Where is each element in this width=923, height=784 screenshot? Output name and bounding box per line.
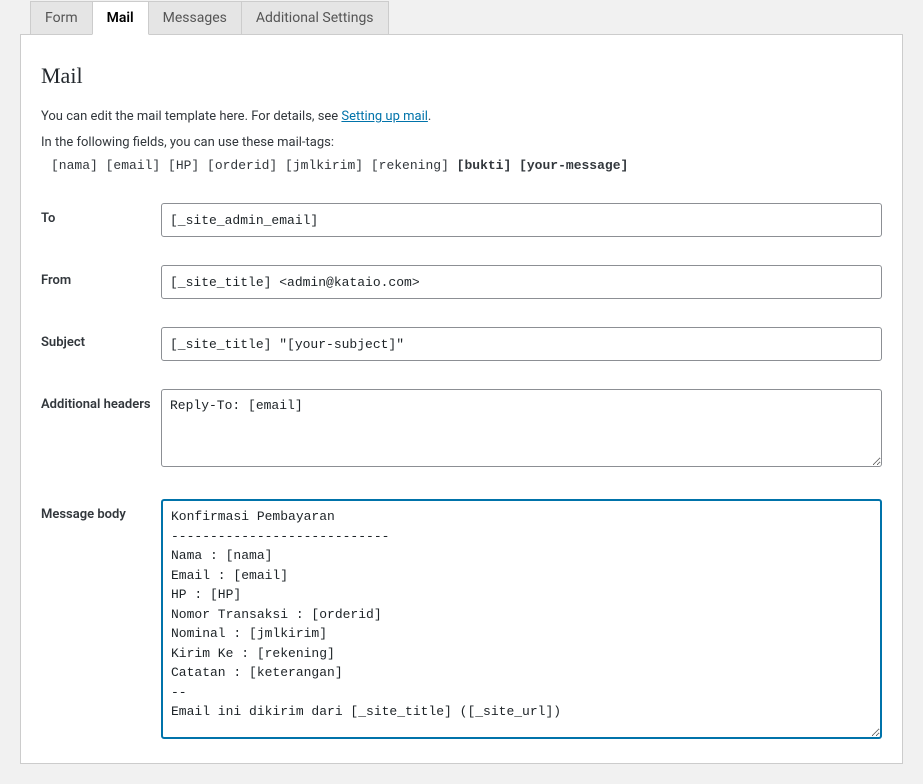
subject-label: Subject bbox=[41, 327, 161, 350]
mail-tags: [nama] [email] [HP] [orderid] [jmlkirim]… bbox=[41, 158, 882, 173]
section-title: Mail bbox=[41, 63, 882, 89]
to-input[interactable] bbox=[161, 203, 882, 237]
mail-panel: Mail You can edit the mail template here… bbox=[20, 34, 903, 764]
tabs: Form Mail Messages Additional Settings bbox=[20, 0, 903, 34]
desc-line1-suffix: . bbox=[428, 109, 431, 124]
mail-tags-bold: [bukti] [your-message] bbox=[457, 158, 629, 173]
tab-additional-settings[interactable]: Additional Settings bbox=[241, 1, 389, 34]
mail-tags-plain: [nama] [email] [HP] [orderid] [jmlkirim]… bbox=[51, 158, 457, 173]
desc-line1: You can edit the mail template here. For… bbox=[41, 107, 882, 127]
additional-headers-textarea[interactable] bbox=[161, 389, 882, 467]
from-input[interactable] bbox=[161, 265, 882, 299]
from-label: From bbox=[41, 265, 161, 288]
tab-messages[interactable]: Messages bbox=[148, 1, 242, 34]
tab-form[interactable]: Form bbox=[30, 1, 93, 34]
subject-input[interactable] bbox=[161, 327, 882, 361]
message-body-label: Message body bbox=[41, 499, 161, 522]
setting-up-mail-link[interactable]: Setting up mail bbox=[341, 109, 427, 124]
to-label: To bbox=[41, 203, 161, 226]
desc-line1-prefix: You can edit the mail template here. For… bbox=[41, 109, 341, 124]
desc-line2: In the following fields, you can use the… bbox=[41, 133, 882, 153]
tab-mail[interactable]: Mail bbox=[92, 1, 149, 35]
message-body-textarea[interactable] bbox=[161, 499, 882, 739]
additional-headers-label: Additional headers bbox=[41, 389, 161, 412]
